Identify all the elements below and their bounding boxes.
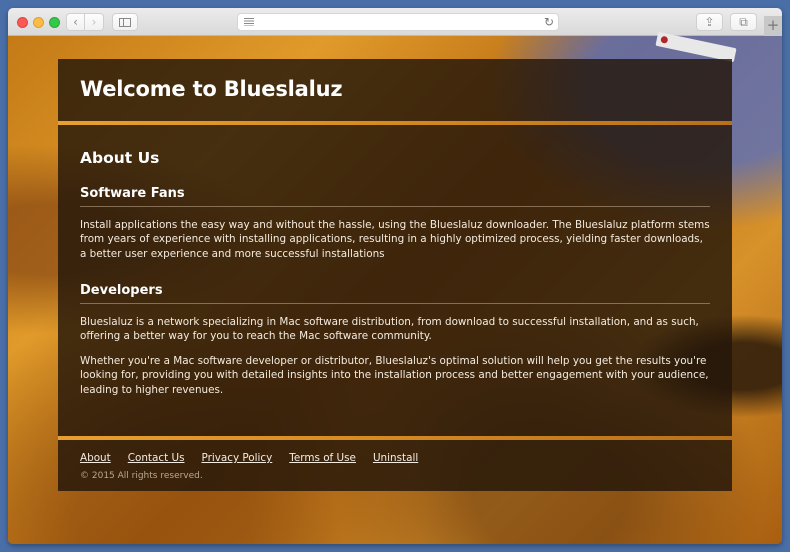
tabs-overview-icon: ⧉ xyxy=(739,14,748,29)
section-heading-software-fans: Software Fans xyxy=(80,186,710,207)
copyright-text: © 2015 All rights reserved. xyxy=(80,471,203,481)
footer-nav: About Contact Us Privacy Policy Terms of… xyxy=(80,452,418,464)
main-content: About Us Software Fans Install applicati… xyxy=(58,125,732,437)
footer-link-about[interactable]: About xyxy=(80,452,111,464)
browser-toolbar: ‹ › ↻ ⇪ ⧉ + xyxy=(8,8,782,36)
site-footer: About Contact Us Privacy Policy Terms of… xyxy=(58,440,732,491)
chevron-right-icon: › xyxy=(91,15,97,29)
section-heading-developers: Developers xyxy=(80,283,710,304)
footer-link-privacy-policy[interactable]: Privacy Policy xyxy=(201,452,272,464)
sidebar-toggle-button[interactable] xyxy=(112,13,138,31)
back-button[interactable]: ‹ xyxy=(66,13,85,31)
close-window-button[interactable] xyxy=(17,17,28,28)
minimize-window-button[interactable] xyxy=(33,17,44,28)
page-viewport: Welcome to Blueslaluz About Us Software … xyxy=(8,31,782,544)
address-bar[interactable]: ↻ xyxy=(237,13,559,31)
tabs-overview-button[interactable]: ⧉ xyxy=(730,13,757,31)
site-header: Welcome to Blueslaluz xyxy=(58,59,732,121)
share-button[interactable]: ⇪ xyxy=(696,13,723,31)
zoom-window-button[interactable] xyxy=(49,17,60,28)
footer-link-contact-us[interactable]: Contact Us xyxy=(128,452,185,464)
developers-paragraph-1: Blueslaluz is a network specializing in … xyxy=(80,316,699,343)
footer-link-terms-of-use[interactable]: Terms of Use xyxy=(289,452,356,464)
forward-button[interactable]: › xyxy=(85,13,104,31)
page-title: Welcome to Blueslaluz xyxy=(80,77,343,101)
sidebar-icon xyxy=(119,17,131,27)
footer-link-uninstall[interactable]: Uninstall xyxy=(373,452,418,464)
share-icon: ⇪ xyxy=(704,15,715,29)
reload-icon[interactable]: ↻ xyxy=(544,14,554,31)
background-sign-image xyxy=(655,31,737,63)
software-fans-paragraph: Install applications the easy way and wi… xyxy=(80,219,710,260)
new-tab-button[interactable]: + xyxy=(764,16,782,36)
navigation-buttons: ‹ › xyxy=(66,13,104,31)
about-heading: About Us xyxy=(80,149,160,167)
chevron-left-icon: ‹ xyxy=(73,15,78,29)
browser-window: ‹ › ↻ ⇪ ⧉ + Welcome to Blueslaluz About … xyxy=(8,8,782,544)
developers-paragraph-2: Whether you're a Mac software developer … xyxy=(80,355,709,396)
reader-lines-icon[interactable] xyxy=(244,18,254,26)
